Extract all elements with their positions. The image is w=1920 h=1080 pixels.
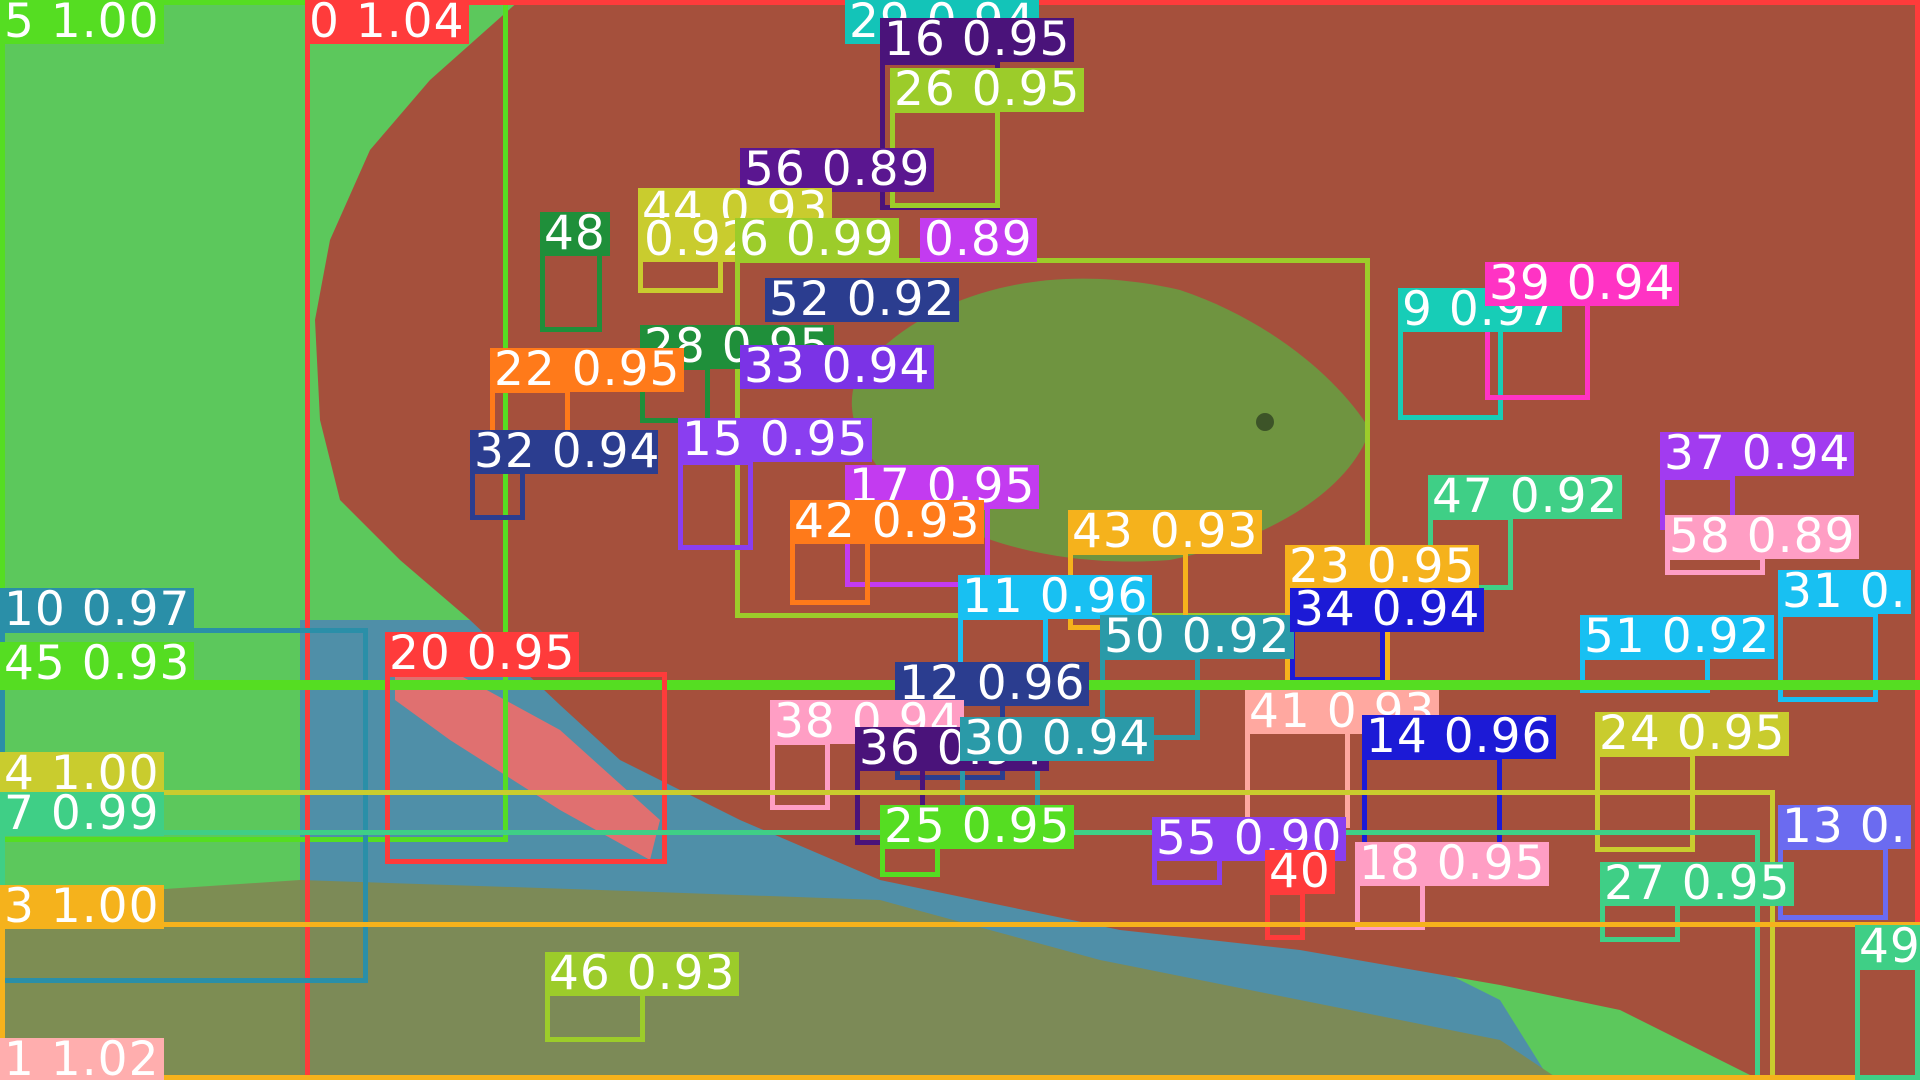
detection-label-31: 31 0. (1778, 570, 1911, 614)
detection-label-23: 23 0.95 (1285, 545, 1480, 589)
segmentation-image: 5 1.000 1.0429 0.9416 0.9526 0.9556 0.89… (0, 0, 1920, 1080)
detection-label-45: 45 0.93 (0, 642, 195, 686)
detection-box-3 (0, 922, 1920, 1080)
detection-label-0: 0 1.04 (305, 0, 469, 44)
detection-label-3: 3 1.00 (0, 885, 164, 929)
detection-box-46 (545, 990, 645, 1042)
detection-label-18: 18 0.95 (1355, 842, 1550, 886)
detection-label-37: 37 0.94 (1660, 432, 1855, 476)
detection-label-20: 20 0.95 (385, 632, 580, 676)
detection-box-15 (678, 460, 753, 550)
detection-label-1: 1 1.02 (0, 1038, 164, 1080)
detection-label-13: 13 0. (1778, 805, 1911, 849)
detection-box-49 (1855, 965, 1920, 1080)
detection-label-24: 24 0.95 (1595, 712, 1790, 756)
detection-label-15: 15 0.95 (678, 418, 873, 462)
detection-box-13 (1778, 845, 1888, 920)
detection-label-26: 26 0.95 (890, 68, 1085, 112)
detection-label-22: 22 0.95 (490, 348, 685, 392)
detection-label-50: 50 0.92 (1100, 615, 1295, 659)
detection-label-14: 14 0.96 (1362, 715, 1557, 759)
detection-label-g: 0.92 (640, 218, 748, 262)
detection-label-32: 32 0.94 (470, 430, 658, 474)
detection-label-27: 27 0.95 (1600, 862, 1795, 906)
detection-label-7: 7 0.99 (0, 792, 164, 836)
detection-label-11: 11 0.96 (958, 575, 1153, 619)
detection-label-46: 46 0.93 (545, 952, 740, 996)
detection-label-10: 10 0.97 (0, 588, 195, 632)
detection-label-52: 52 0.92 (765, 278, 960, 322)
detection-label-42: 42 0.93 (790, 500, 985, 544)
detection-label-40: 40 (1265, 850, 1335, 894)
detection-label-m: 0.89 (920, 218, 1037, 262)
detection-label-30: 30 0.94 (960, 717, 1155, 761)
detection-box-48 (540, 248, 602, 332)
detection-label-49: 49 (1855, 925, 1920, 969)
detection-label-34: 34 0.94 (1290, 588, 1485, 632)
detection-label-48: 48 (540, 212, 610, 256)
detection-label-51: 51 0.92 (1580, 615, 1775, 659)
detection-label-16: 16 0.95 (880, 18, 1075, 62)
detection-label-33: 33 0.94 (740, 345, 935, 389)
detection-label-39: 39 0.94 (1485, 262, 1680, 306)
detection-label-58: 58 0.89 (1665, 515, 1860, 559)
detection-label-25: 25 0.95 (880, 805, 1075, 849)
detection-label-5: 5 1.00 (0, 0, 164, 44)
detection-label-43: 43 0.93 (1068, 510, 1263, 554)
detection-label-6: 6 0.99 (735, 218, 899, 262)
detection-label-56: 56 0.89 (740, 148, 935, 192)
detection-label-4: 4 1.00 (0, 752, 164, 796)
detection-label-47: 47 0.92 (1428, 475, 1623, 519)
